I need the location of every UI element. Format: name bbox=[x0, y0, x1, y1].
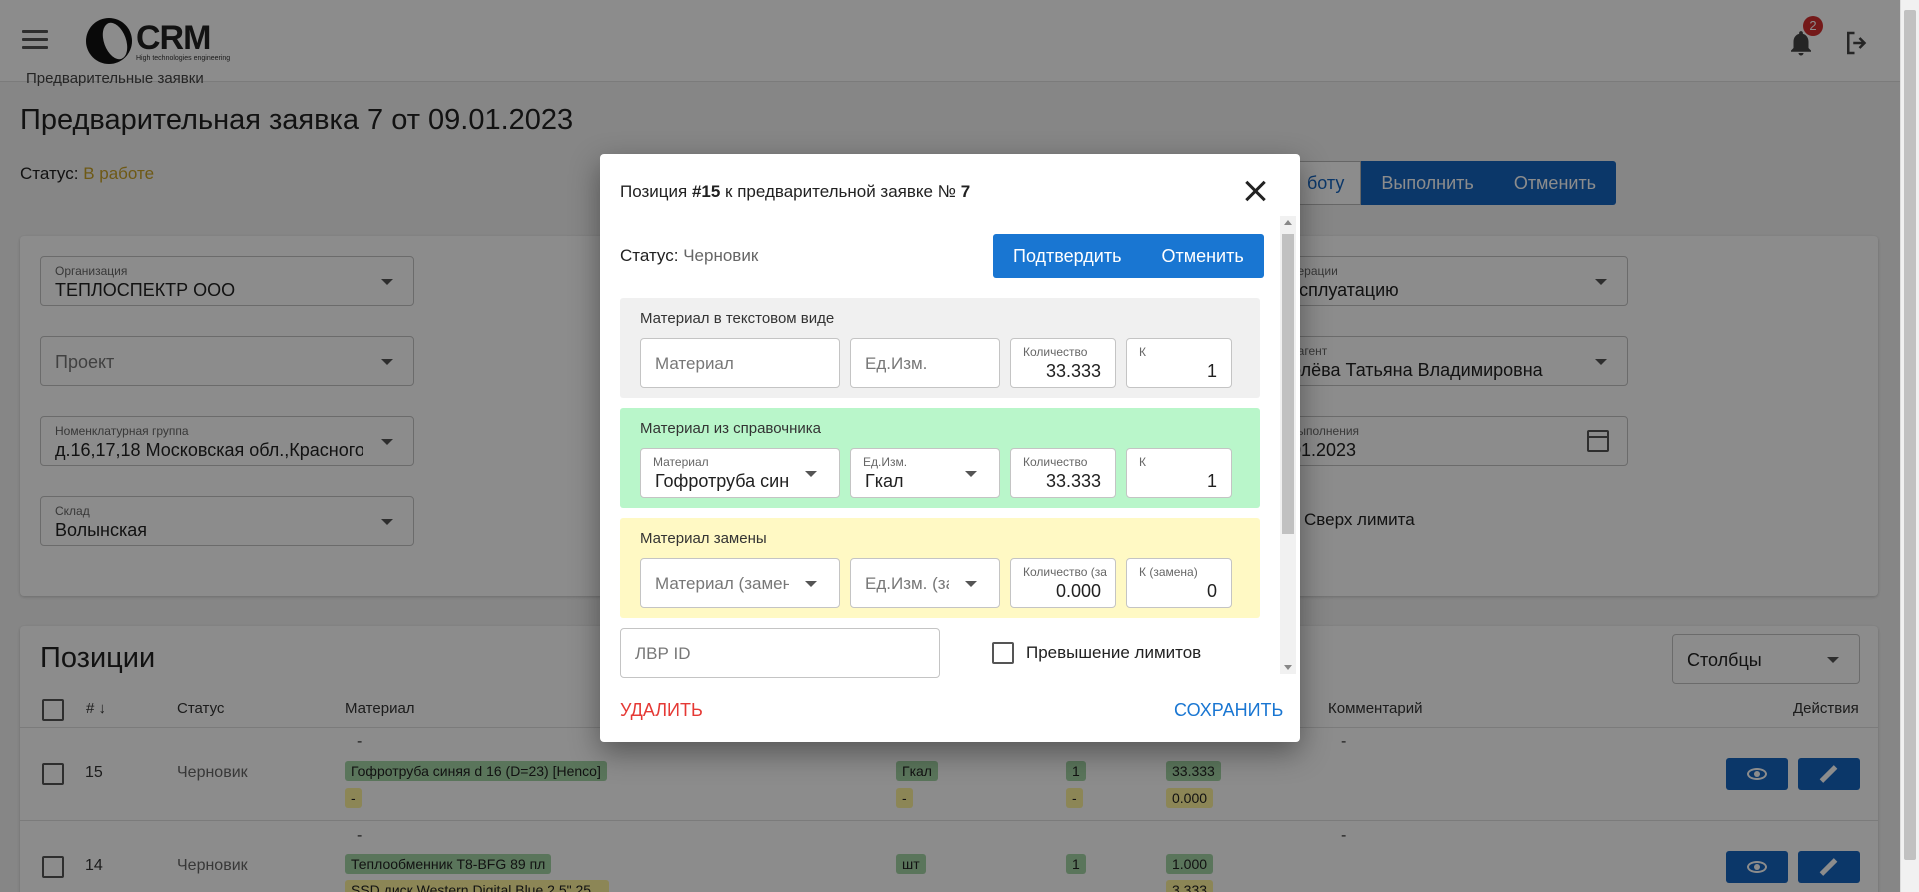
cancel-button[interactable]: Отменить bbox=[1141, 234, 1263, 278]
replacement-unit-select[interactable]: Ед.Изм. (замены) bbox=[850, 558, 1000, 608]
text-material-section: Материал в текстовом виде Материал Ед.Из… bbox=[620, 298, 1260, 398]
chevron-down-icon bbox=[965, 581, 977, 587]
over-limits-checkbox[interactable] bbox=[992, 642, 1014, 664]
delete-button[interactable]: УДАЛИТЬ bbox=[620, 700, 703, 721]
section-title: Материал замены bbox=[640, 530, 767, 547]
close-icon[interactable] bbox=[1242, 178, 1268, 204]
lvr-id-input[interactable]: ЛВР ID bbox=[620, 628, 940, 678]
k-input[interactable]: К 1 bbox=[1126, 448, 1232, 498]
confirm-button[interactable]: Подтвердить bbox=[993, 234, 1141, 278]
replacement-k-input[interactable]: К (замена) 0 bbox=[1126, 558, 1232, 608]
k-input[interactable]: К 1 bbox=[1126, 338, 1232, 388]
material-select[interactable]: Материал Гофротруба синяя bbox=[640, 448, 840, 498]
save-button[interactable]: СОХРАНИТЬ bbox=[1174, 700, 1283, 721]
chevron-down-icon bbox=[805, 471, 817, 477]
section-title: Материал в текстовом виде bbox=[640, 310, 835, 327]
replacement-material-section: Материал замены Материал (замены) Ед.Изм… bbox=[620, 518, 1260, 618]
dialog-actions: Подтвердить Отменить bbox=[993, 234, 1264, 278]
replacement-quantity-input[interactable]: Количество (замены) 0.000 bbox=[1010, 558, 1116, 608]
quantity-input[interactable]: Количество 33.333 bbox=[1010, 338, 1116, 388]
catalog-material-section: Материал из справочника Материал Гофротр… bbox=[620, 408, 1260, 508]
dialog-title: Позиция #15 к предварительной заявке № 7 bbox=[620, 182, 971, 201]
replacement-material-select[interactable]: Материал (замены) bbox=[640, 558, 840, 608]
quantity-input[interactable]: Количество 33.333 bbox=[1010, 448, 1116, 498]
chevron-down-icon bbox=[965, 471, 977, 477]
material-text-input[interactable]: Материал bbox=[640, 338, 840, 388]
dialog-scrollbar[interactable] bbox=[1280, 216, 1296, 674]
section-title: Материал из справочника bbox=[640, 420, 821, 437]
dialog-status: Статус: Черновик bbox=[620, 246, 759, 265]
chevron-down-icon bbox=[805, 581, 817, 587]
unit-text-input[interactable]: Ед.Изм. bbox=[850, 338, 1000, 388]
position-dialog: Позиция #15 к предварительной заявке № 7… bbox=[600, 154, 1300, 742]
page-scrollbar[interactable] bbox=[1900, 0, 1919, 892]
unit-select[interactable]: Ед.Изм. Гкал bbox=[850, 448, 1000, 498]
over-limits-label: Превышение лимитов bbox=[1026, 643, 1202, 662]
